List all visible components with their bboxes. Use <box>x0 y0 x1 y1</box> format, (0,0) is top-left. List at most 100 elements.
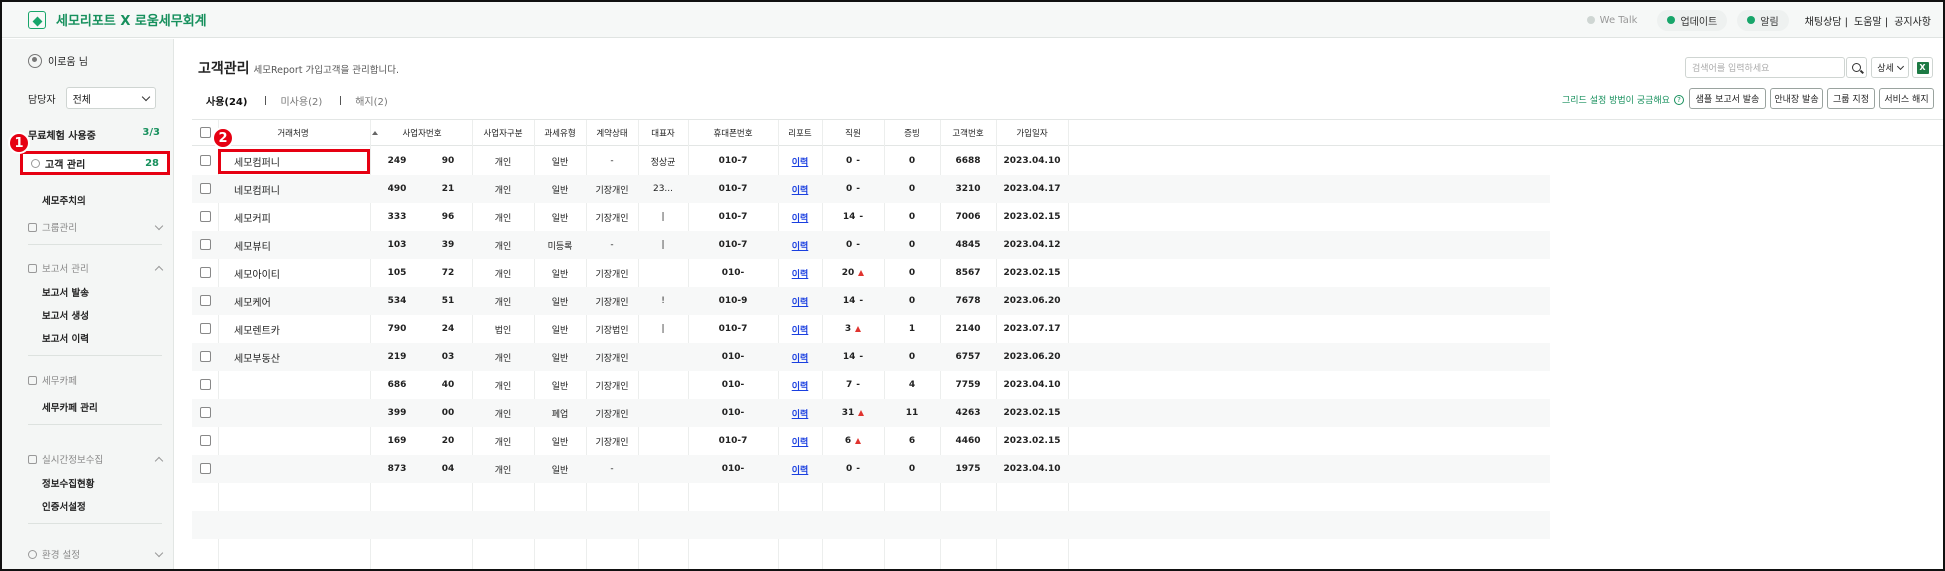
empty-row <box>192 483 1550 511</box>
table-row[interactable]: 169 20 개인 일반 기장개인 010-7 이력 6 6 4460 2023.02.15 <box>192 427 1550 455</box>
table-row[interactable]: 네모컴퍼니 490 21 개인 일반 기장개인 23... 010-7 이력 0-0 3210 202… <box>192 175 1550 203</box>
cell-report[interactable]: 이력 <box>778 455 822 483</box>
col-header-name[interactable]: 거래처명 <box>218 120 368 146</box>
cell-report[interactable]: 이력 <box>778 399 822 427</box>
sidebar-item-customer-management[interactable]: 고객 관리 28 <box>20 151 170 175</box>
table-row[interactable]: 세모부동산 219 03 개인 일반 기장개인 010- 이력 14- 0 6757 2023.06.… <box>192 343 1550 371</box>
cell-report[interactable]: 이력 <box>778 371 822 399</box>
table-row[interactable]: 세모뷰티 103 39 개인 미등록 - | 010-7 이력 0-0 4845 2023.04.12 <box>192 231 1550 259</box>
cell-report[interactable]: 이력 <box>778 427 822 455</box>
help-link[interactable]: 도움말 | <box>1854 13 1888 28</box>
sidebar-item-semo-aux[interactable]: 세모주치의 <box>42 193 86 207</box>
manager-value: 전체 <box>72 94 92 106</box>
table-row[interactable]: 399 00 개인 폐업 기장개인 010- 이력 31 11 4263 2023.02.15 <box>192 399 1550 427</box>
col-header-biztype[interactable]: 사업자구분 <box>472 120 534 146</box>
update-button[interactable]: 업데이트 <box>1657 9 1728 31</box>
sample-report-button[interactable]: 샘플 보고서 발송 <box>1689 88 1766 109</box>
tab-active[interactable]: 사용(24) <box>206 93 259 108</box>
cell-biz1-text: 169 <box>387 436 407 446</box>
col-header-contract[interactable]: 계약상태 <box>586 120 638 146</box>
col-header-staff[interactable]: 직원 <box>822 120 884 146</box>
cell-proof-text: 11 <box>905 408 919 418</box>
row-checkbox[interactable] <box>200 463 211 474</box>
cell-date-text: 2023.02.15 <box>1003 408 1061 418</box>
manager-select[interactable]: 전체 <box>65 87 156 109</box>
row-checkbox[interactable] <box>200 155 211 166</box>
row-checkbox[interactable] <box>200 211 211 222</box>
service-cancel-button[interactable]: 서비스 해지 <box>1879 88 1934 109</box>
sidebar-item-collect-status[interactable]: 정보수집현황 <box>42 476 94 490</box>
col-header-taxtype[interactable]: 과세유형 <box>534 120 586 146</box>
row-checkbox[interactable] <box>200 435 211 446</box>
user-profile[interactable]: 이로움 님 <box>28 53 88 68</box>
cell-report[interactable]: 이력 <box>778 287 822 315</box>
home-icon[interactable] <box>28 10 46 29</box>
grid-help-link[interactable]: 그리드 설정 방법이 궁금해요? <box>1562 93 1684 106</box>
col-header-report[interactable]: 리포트 <box>778 120 822 146</box>
col-header-date[interactable]: 가입일자 <box>996 120 1068 146</box>
notice-link[interactable]: 공지사항 <box>1894 13 1931 28</box>
row-checkbox[interactable] <box>200 351 211 362</box>
row-checkbox[interactable] <box>200 183 211 194</box>
table-row[interactable]: 세모아이티 105 72 개인 일반 기장개인 010- 이력 20 0 8567 2023.02.1… <box>192 259 1550 287</box>
cell-report[interactable]: 이력 <box>778 315 822 343</box>
tab-terminated[interactable]: 해지(2) <box>355 93 400 108</box>
col-header-proof[interactable]: 증빙 <box>884 120 940 146</box>
table-row[interactable]: 세모케어 534 51 개인 일반 기장개인! 010-9 이력 14- 0 7678 2023.06… <box>192 287 1550 315</box>
cell-staff: 3 <box>822 315 884 343</box>
table-row[interactable]: 세모컴퍼니 249 90 개인 일반 - 정상균 010-7 이력 0-0 6688 2023.04.… <box>192 147 1550 175</box>
cell-report[interactable]: 이력 <box>778 231 822 259</box>
sidebar-group-env[interactable]: 환경 설정 <box>28 547 164 561</box>
cell-date-text: 2023.07.17 <box>1003 324 1061 334</box>
cell-report-text: 이력 <box>791 353 809 364</box>
col-header-custno[interactable]: 고객번호 <box>940 120 996 146</box>
sidebar-item-report-send[interactable]: 보고서 발송 <box>42 285 89 299</box>
alarm-button[interactable]: 알림 <box>1737 9 1789 31</box>
search-button[interactable] <box>1846 57 1867 78</box>
cell-report[interactable]: 이력 <box>778 175 822 203</box>
sidebar-group-group-mgmt[interactable]: 그룹관리 <box>28 220 164 234</box>
tab-inactive[interactable]: 미사용(2) <box>280 93 334 108</box>
cell-no: 4263 <box>940 399 996 427</box>
wetalk-button[interactable]: We Talk <box>1577 12 1648 29</box>
chat-consult-link[interactable]: 채팅상담 | <box>1805 13 1848 28</box>
row-checkbox[interactable] <box>200 267 211 278</box>
cell-report[interactable]: 이력 <box>778 203 822 231</box>
sidebar-group-report-mgmt[interactable]: 보고서 관리 <box>28 261 164 275</box>
row-checkbox[interactable] <box>200 295 211 306</box>
col-header-bizno[interactable]: 사업자번호 <box>372 120 472 146</box>
sidebar-group-realtime[interactable]: 실시간정보수집 <box>28 452 164 466</box>
select-all-checkbox[interactable] <box>200 127 211 138</box>
cell-type: 개인 <box>472 203 534 231</box>
cell-report[interactable]: 이력 <box>778 259 822 287</box>
cell-phone: 010-7 <box>688 231 778 259</box>
row-checkbox[interactable] <box>200 379 211 390</box>
sidebar-item-report-history[interactable]: 보고서 이력 <box>42 331 89 345</box>
row-checkbox[interactable] <box>200 323 211 334</box>
excel-download-button[interactable]: X <box>1912 57 1933 78</box>
table-row[interactable]: 873 04 개인 일반 -010- 이력 0-0 1975 2023.04.10 <box>192 455 1550 483</box>
cell-biz2: 96 <box>424 203 472 231</box>
search-input[interactable]: 검색어를 입력하세요 <box>1685 57 1845 78</box>
col-header-phone[interactable]: 휴대폰번호 <box>688 120 778 146</box>
sidebar-item-tax-cafe-mgmt[interactable]: 세무카페 관리 <box>42 400 98 414</box>
sidebar-item-report-create[interactable]: 보고서 생성 <box>42 308 89 322</box>
row-checkbox[interactable] <box>200 407 211 418</box>
sidebar-group-tax-cafe[interactable]: 세무카페 <box>28 373 162 387</box>
group-assign-button[interactable]: 그룹 지정 <box>1827 88 1875 109</box>
cell-type: 개인 <box>472 231 534 259</box>
cell-contract: 기장개인 <box>586 343 638 371</box>
row-checkbox[interactable] <box>200 239 211 250</box>
cell-report[interactable]: 이력 <box>778 147 822 175</box>
cell-type: 개인 <box>472 427 534 455</box>
table-row[interactable]: 세모커피 333 96 개인 일반 기장개인 | 010-7 이력 14- 0 7006 2023.02… <box>192 203 1550 231</box>
cell-contract-text: 기장개인 <box>595 185 629 196</box>
cell-proof-text: 0 <box>908 156 916 166</box>
sidebar-item-cert-settings[interactable]: 인증서설정 <box>42 499 86 513</box>
cell-report[interactable]: 이력 <box>778 343 822 371</box>
detail-button[interactable]: 상세 <box>1871 57 1909 78</box>
table-row[interactable]: 세모렌트카 790 24 법인 일반 기장법인 | 010-7 이력 3 1 2140 2023.07.… <box>192 315 1550 343</box>
table-row[interactable]: 686 40 개인 일반 기장개인 010- 이력 7- 4 7759 2023.04.10 <box>192 371 1550 399</box>
col-header-rep[interactable]: 대표자 <box>638 120 688 146</box>
notice-send-button[interactable]: 안내장 발송 <box>1770 88 1823 109</box>
